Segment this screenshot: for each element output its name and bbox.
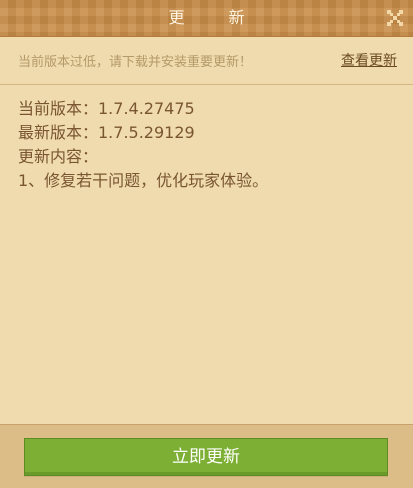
close-button[interactable] bbox=[385, 8, 405, 28]
update-content: 当前版本：1.7.4.27475 最新版本：1.7.5.29129 更新内容： … bbox=[18, 97, 398, 193]
dialog-footer: 立即更新 bbox=[0, 424, 413, 488]
update-notice: 当前版本过低，请下载并安装重要更新！ 查看更新 bbox=[0, 37, 413, 85]
view-update-link[interactable]: 查看更新 bbox=[341, 50, 397, 70]
close-icon bbox=[387, 10, 403, 26]
changes-heading: 更新内容： bbox=[18, 147, 99, 166]
dialog-title: 更 新 bbox=[168, 8, 259, 27]
update-now-button[interactable]: 立即更新 bbox=[24, 438, 388, 476]
current-version: 当前版本：1.7.4.27475 bbox=[18, 99, 195, 118]
notice-text: 当前版本过低，请下载并安装重要更新！ bbox=[18, 55, 253, 70]
update-dialog: 更 新 当前版本过低，请下载并安装重要更新！ 查看更新 当前版本：1.7.4.2… bbox=[0, 0, 413, 488]
latest-version: 最新版本：1.7.5.29129 bbox=[18, 123, 195, 142]
changes-item: 1、修复若干问题，优化玩家体验。 bbox=[18, 171, 269, 190]
title-bar[interactable]: 更 新 bbox=[0, 0, 413, 37]
